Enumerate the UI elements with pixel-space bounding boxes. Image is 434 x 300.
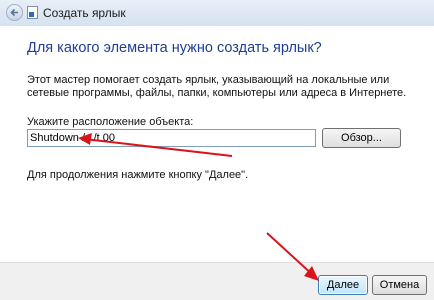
description-text: Этот мастер помогает создать ярлык, указ…: [27, 74, 407, 99]
shortcut-wizard-icon: [27, 6, 38, 19]
cancel-button[interactable]: Отмена: [372, 275, 427, 295]
browse-button[interactable]: Обзор...: [322, 128, 401, 148]
page-heading: Для какого элемента нужно создать ярлык?: [27, 40, 322, 56]
next-button[interactable]: Далее: [318, 275, 368, 295]
location-label: Укажите расположение объекта:: [27, 116, 194, 128]
location-input[interactable]: [27, 129, 316, 147]
back-button[interactable]: [6, 4, 23, 21]
wizard-footer: [0, 262, 434, 300]
window-title: Создать ярлык: [43, 6, 126, 20]
continue-hint: Для продолжения нажмите кнопку "Далее".: [27, 169, 249, 181]
back-arrow-icon: [10, 8, 18, 17]
title-bar: Создать ярлык: [0, 0, 434, 26]
